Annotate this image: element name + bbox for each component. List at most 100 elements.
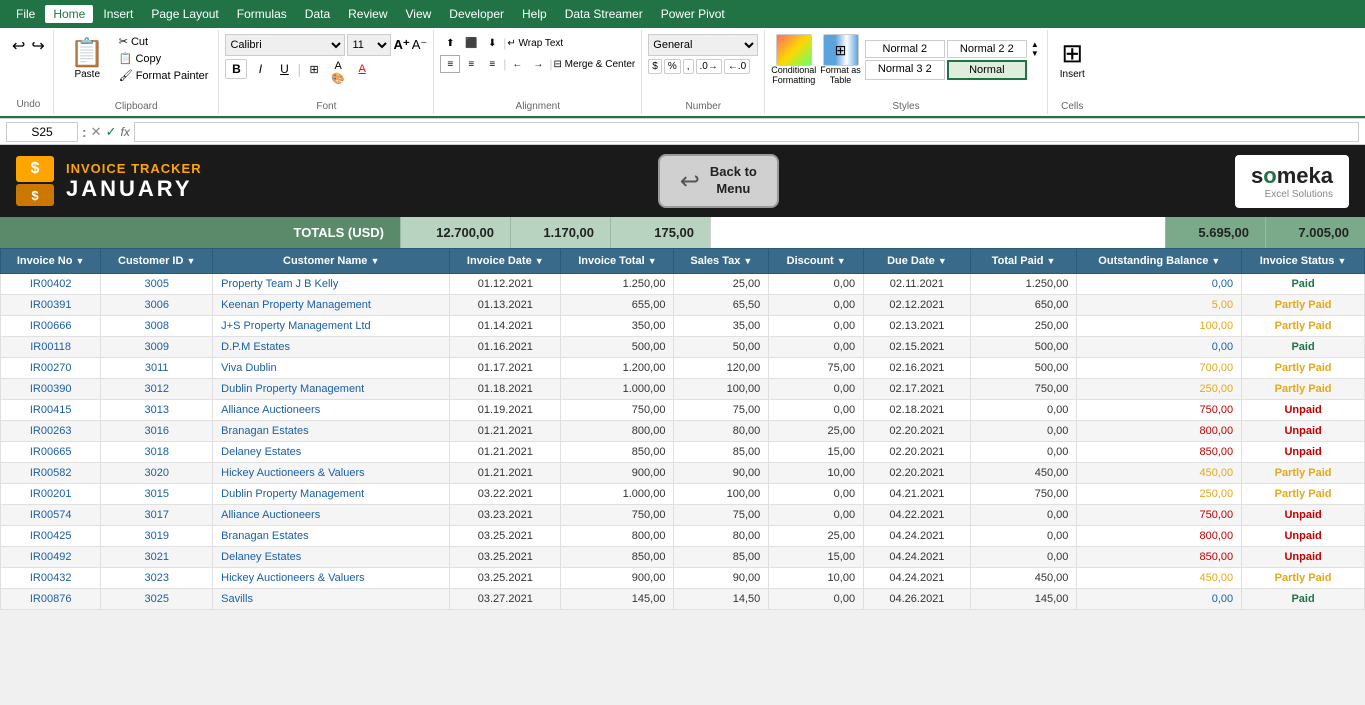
conditional-formatting-button[interactable]: ConditionalFormatting [771,34,816,86]
menu-review[interactable]: Review [340,5,395,23]
insert-cells-button[interactable]: ⊞ Insert [1056,34,1089,84]
table-cell[interactable]: 0,00 [970,505,1077,526]
table-cell[interactable]: 80,00 [674,421,769,442]
table-cell[interactable]: 800,00 [1077,526,1242,547]
decimal-decrease-button[interactable]: ←.0 [724,59,750,74]
table-cell[interactable]: 750,00 [970,484,1077,505]
table-cell[interactable]: 25,00 [674,274,769,295]
table-cell[interactable]: 3011 [101,358,213,379]
paste-button[interactable]: 📋 Paste [62,34,113,83]
col-sales-tax[interactable]: Sales Tax ▼ [674,249,769,274]
col-customer-name[interactable]: Customer Name ▼ [213,249,450,274]
table-cell[interactable]: 02.20.2021 [864,421,971,442]
table-cell[interactable]: 3023 [101,568,213,589]
percent-button[interactable]: % [664,59,681,74]
merge-center-button[interactable]: ⊟ Merge & Center [554,59,636,70]
confirm-formula-button[interactable]: ✓ [106,124,117,140]
col-invoice-status[interactable]: Invoice Status ▼ [1242,249,1365,274]
menu-page-layout[interactable]: Page Layout [143,5,226,23]
style-normal2-box[interactable]: Normal 2 [865,40,945,58]
align-right-button[interactable]: ≡ [482,55,502,73]
table-cell[interactable]: 900,00 [561,463,674,484]
table-cell[interactable]: 3005 [101,274,213,295]
table-cell[interactable]: Hickey Auctioneers & Valuers [213,463,450,484]
table-cell[interactable]: 65,50 [674,295,769,316]
table-cell[interactable]: Unpaid [1242,442,1365,463]
align-center-button[interactable]: ≡ [461,55,481,73]
table-cell[interactable]: 90,00 [674,463,769,484]
col-invoice-date[interactable]: Invoice Date ▼ [450,249,561,274]
format-table-button[interactable]: ⊞ Format asTable [820,34,861,86]
table-cell[interactable]: 04.26.2021 [864,589,971,610]
table-cell[interactable]: 04.24.2021 [864,547,971,568]
table-cell[interactable]: IR00666 [1,316,101,337]
table-cell[interactable]: 02.18.2021 [864,400,971,421]
table-cell[interactable]: 14,50 [674,589,769,610]
table-cell[interactable]: IR00876 [1,589,101,610]
table-cell[interactable]: 1.250,00 [561,274,674,295]
table-cell[interactable]: Alliance Auctioneers [213,400,450,421]
table-cell[interactable]: IR00415 [1,400,101,421]
col-discount[interactable]: Discount ▼ [769,249,864,274]
table-cell[interactable]: 50,00 [674,337,769,358]
table-cell[interactable]: 250,00 [1077,379,1242,400]
table-cell[interactable]: IR00270 [1,358,101,379]
table-cell[interactable]: 850,00 [1077,442,1242,463]
table-cell[interactable]: Unpaid [1242,421,1365,442]
table-cell[interactable]: 800,00 [561,421,674,442]
table-cell[interactable]: 01.13.2021 [450,295,561,316]
table-cell[interactable]: 800,00 [1077,421,1242,442]
table-cell[interactable]: 1.000,00 [561,379,674,400]
col-outstanding-balance[interactable]: Outstanding Balance ▼ [1077,249,1242,274]
table-cell[interactable]: 100,00 [1077,316,1242,337]
table-cell[interactable]: 02.13.2021 [864,316,971,337]
table-cell[interactable]: 450,00 [1077,463,1242,484]
table-cell[interactable]: 3018 [101,442,213,463]
table-cell[interactable]: 3006 [101,295,213,316]
table-cell[interactable]: 01.12.2021 [450,274,561,295]
menu-data[interactable]: Data [297,5,338,23]
table-cell[interactable]: IR00390 [1,379,101,400]
table-cell[interactable]: J+S Property Management Ltd [213,316,450,337]
col-due-date[interactable]: Due Date ▼ [864,249,971,274]
table-cell[interactable]: 02.20.2021 [864,442,971,463]
table-cell[interactable]: Partly Paid [1242,295,1365,316]
table-cell[interactable]: 850,00 [1077,547,1242,568]
table-cell[interactable]: 850,00 [561,442,674,463]
decimal-increase-button[interactable]: .0→ [696,59,722,74]
thousands-button[interactable]: , [683,59,694,74]
table-cell[interactable]: 10,00 [769,568,864,589]
cancel-formula-button[interactable]: ✕ [91,124,102,140]
table-cell[interactable]: Unpaid [1242,547,1365,568]
format-painter-button[interactable]: 🖌 Format Painter [117,68,211,83]
table-cell[interactable]: 03.23.2021 [450,505,561,526]
table-cell[interactable]: Alliance Auctioneers [213,505,450,526]
table-cell[interactable]: Viva Dublin [213,358,450,379]
table-cell[interactable]: IR00201 [1,484,101,505]
table-cell[interactable]: 01.16.2021 [450,337,561,358]
table-cell[interactable]: 750,00 [1077,400,1242,421]
table-cell[interactable]: Branagan Estates [213,526,450,547]
table-cell[interactable]: Partly Paid [1242,484,1365,505]
redo-button[interactable]: ↪ [29,34,46,58]
table-cell[interactable]: IR00432 [1,568,101,589]
table-cell[interactable]: 900,00 [561,568,674,589]
style-normal32-box[interactable]: Normal 3 2 [865,60,945,80]
table-cell[interactable]: Paid [1242,274,1365,295]
table-cell[interactable]: 500,00 [561,337,674,358]
table-cell[interactable]: 80,00 [674,526,769,547]
table-cell[interactable]: IR00425 [1,526,101,547]
table-cell[interactable]: 700,00 [1077,358,1242,379]
align-left-button[interactable]: ≡ [440,55,460,73]
table-cell[interactable]: 1.250,00 [970,274,1077,295]
table-cell[interactable]: 25,00 [769,526,864,547]
menu-formulas[interactable]: Formulas [229,5,295,23]
table-cell[interactable]: 0,00 [1077,274,1242,295]
font-size-select[interactable]: 11 [347,34,391,56]
table-cell[interactable]: Unpaid [1242,400,1365,421]
table-cell[interactable]: Dublin Property Management [213,379,450,400]
table-cell[interactable]: 02.20.2021 [864,463,971,484]
italic-button[interactable]: I [249,59,271,79]
col-invoice-total[interactable]: Invoice Total ▼ [561,249,674,274]
table-cell[interactable]: 0,00 [970,442,1077,463]
